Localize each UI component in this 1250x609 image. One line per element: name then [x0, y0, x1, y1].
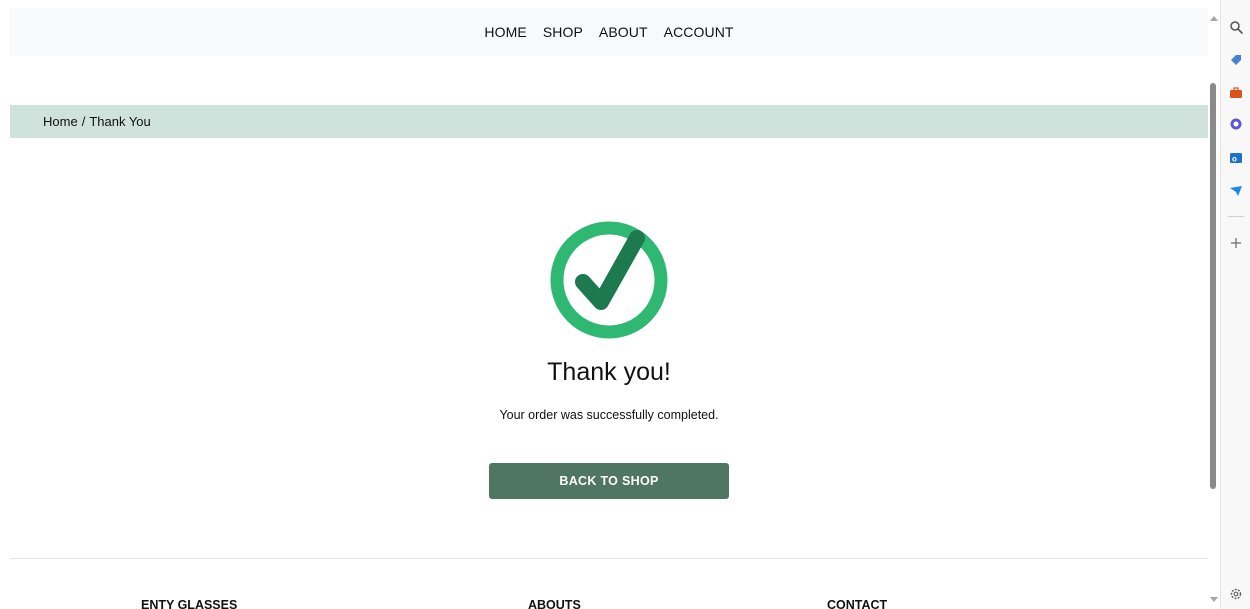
footer-heading-abouts: ABOUTS	[528, 598, 581, 609]
sidebar-divider	[1228, 216, 1244, 217]
footer-heading-contact: CONTACT	[827, 598, 888, 609]
footer-divider	[10, 558, 1208, 559]
briefcase-icon[interactable]	[1229, 86, 1243, 100]
scroll-down-arrow-icon[interactable]	[1210, 597, 1218, 602]
nav-home[interactable]: HOME	[484, 24, 526, 40]
office-icon[interactable]	[1229, 117, 1243, 131]
nav-shop[interactable]: SHOP	[543, 24, 583, 40]
tag-icon[interactable]	[1229, 53, 1243, 67]
order-success-message: Your order was successfully completed.	[499, 408, 719, 422]
search-icon[interactable]	[1229, 20, 1243, 34]
footer-heading-brand: ENTY GLASSES	[141, 598, 238, 609]
scroll-up-arrow-icon[interactable]	[1210, 16, 1218, 21]
breadcrumb-current: Thank You	[89, 114, 151, 129]
breadcrumb-separator: /	[81, 114, 86, 129]
page-scrollbar[interactable]	[1208, 8, 1220, 609]
order-success-panel: Thank you! Your order was successfully c…	[10, 138, 1208, 499]
outlook-icon[interactable]: o	[1229, 151, 1243, 165]
breadcrumb: Home / Thank You	[10, 105, 1208, 138]
svg-text:o: o	[1232, 155, 1237, 164]
add-icon[interactable]	[1229, 236, 1243, 250]
browser-sidebar: o	[1220, 0, 1250, 609]
nav-about[interactable]: ABOUT	[599, 24, 648, 40]
settings-icon[interactable]	[1229, 587, 1243, 601]
check-circle-icon	[549, 220, 669, 340]
send-icon[interactable]	[1229, 184, 1243, 198]
nav-account[interactable]: ACCOUNT	[664, 24, 734, 40]
top-navbar: HOME SHOP ABOUT ACCOUNT	[10, 8, 1208, 56]
breadcrumb-home[interactable]: Home	[43, 114, 78, 129]
scroll-thumb[interactable]	[1210, 83, 1216, 489]
page-viewport: HOME SHOP ABOUT ACCOUNT Home / Thank You…	[10, 8, 1208, 609]
back-to-shop-button[interactable]: BACK TO SHOP	[489, 463, 729, 499]
thank-you-title: Thank you!	[547, 358, 671, 386]
